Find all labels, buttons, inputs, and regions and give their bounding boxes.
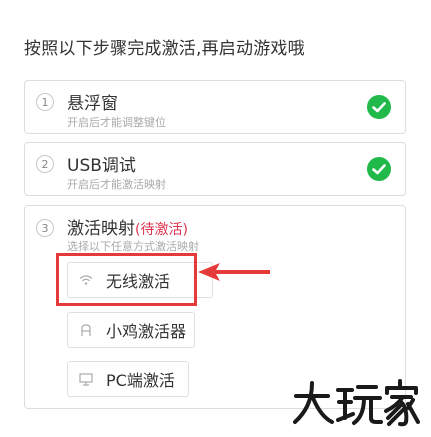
check-icon <box>367 157 391 181</box>
step-card-usb-debugging[interactable]: 2 USB调试 开启后才能激活映射 <box>24 142 406 196</box>
step-title: 悬浮窗 <box>67 94 118 114</box>
status-badge: (待激活) <box>135 222 188 238</box>
step-subtitle: 选择以下任意方式激活映射 <box>67 240 199 253</box>
watermark-logo <box>292 378 422 432</box>
method-label: 小鸡激活器 <box>106 322 187 341</box>
chick-activator-button[interactable]: 小鸡激活器 <box>67 312 195 348</box>
step-number: 3 <box>36 219 54 237</box>
step-card-floating-window[interactable]: 1 悬浮窗 开启后才能调整键位 <box>24 80 406 134</box>
step-number: 2 <box>36 155 54 173</box>
arrow-icon <box>198 263 270 281</box>
step-subtitle: 开启后才能激活映射 <box>67 178 166 191</box>
step-title: USB调试 <box>67 156 136 176</box>
pc-activate-button[interactable]: PC端激活 <box>67 361 189 397</box>
check-icon <box>367 95 391 119</box>
step-subtitle: 开启后才能调整键位 <box>67 116 166 129</box>
step-title: 激活映射(待激活) <box>67 214 188 239</box>
method-label: PC端激活 <box>106 371 175 390</box>
step-title-text: 激活映射 <box>67 219 135 239</box>
page-title: 按照以下步骤完成激活,再启动游戏哦 <box>24 39 305 59</box>
monitor-icon <box>78 371 94 387</box>
gamepad-icon <box>78 322 94 338</box>
step-number: 1 <box>36 93 54 111</box>
highlight-box <box>56 253 197 306</box>
